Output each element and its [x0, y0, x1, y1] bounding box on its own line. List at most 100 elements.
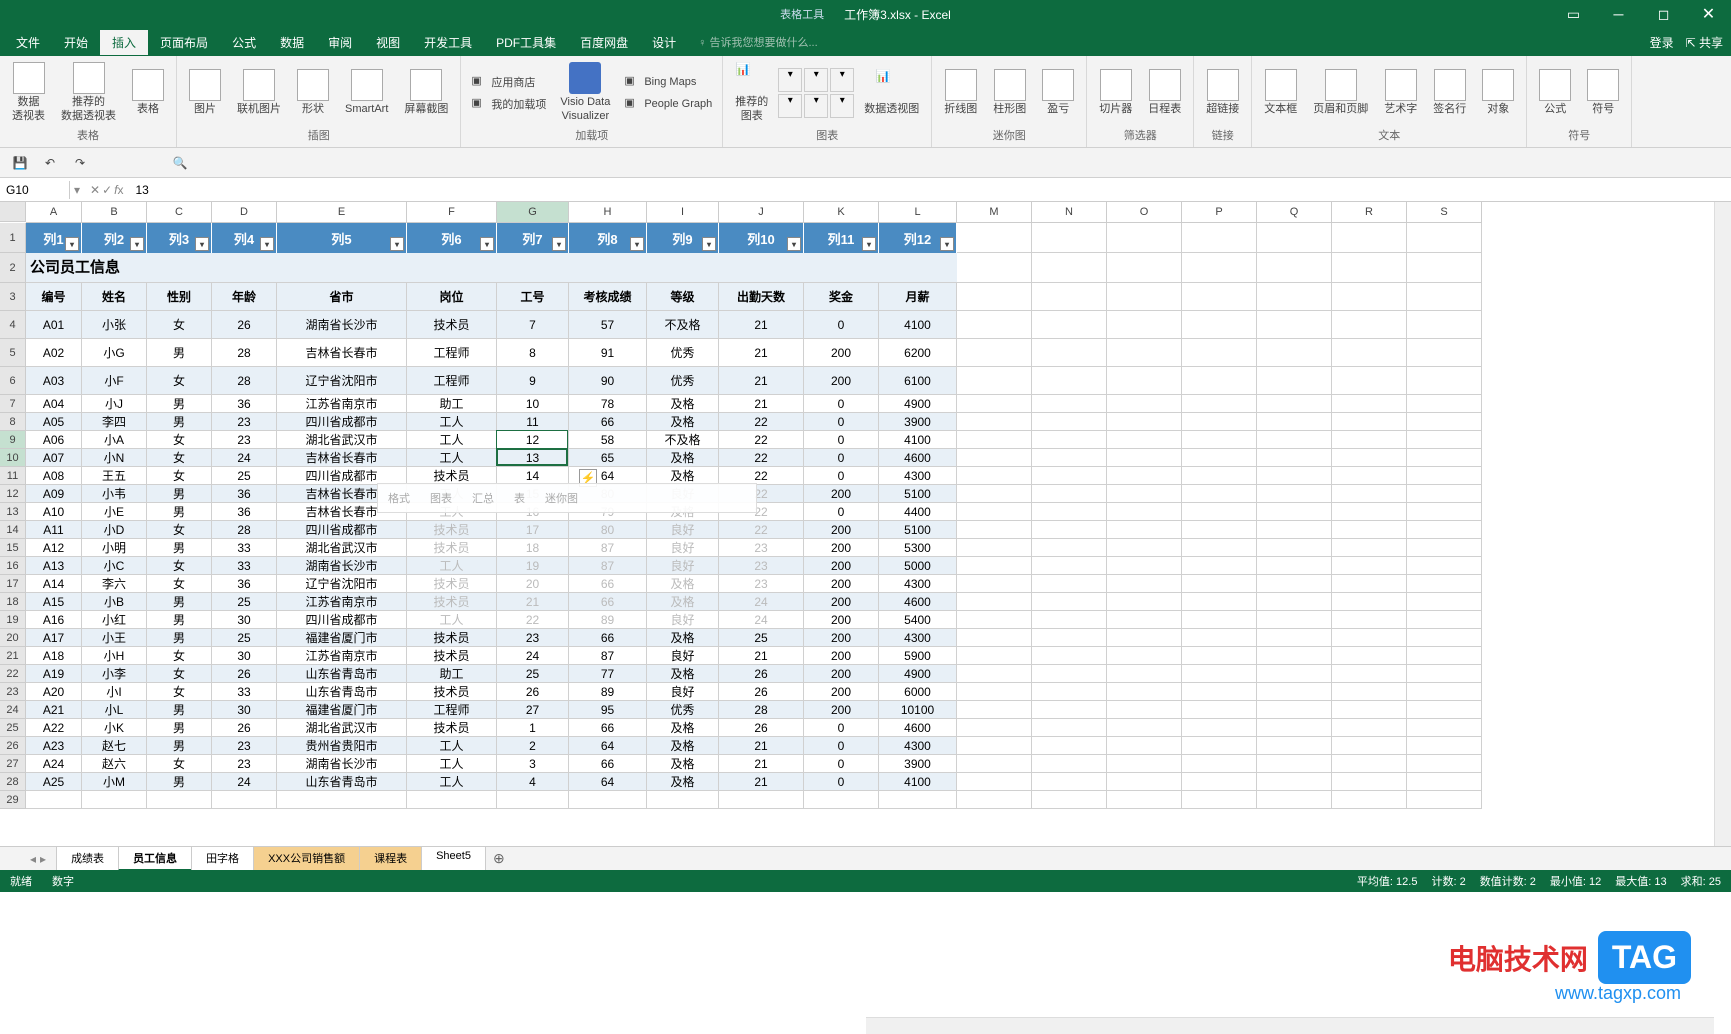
- table-cell[interactable]: 11: [497, 413, 569, 431]
- table-cell[interactable]: 0: [804, 755, 879, 773]
- table-cell[interactable]: 小F: [82, 367, 147, 395]
- table-cell[interactable]: 0: [804, 503, 879, 521]
- table-cell[interactable]: 四川省成都市: [277, 413, 407, 431]
- table-cell[interactable]: 男: [147, 395, 212, 413]
- ribbon-文本框[interactable]: 文本框: [1258, 67, 1303, 118]
- sheet-tab[interactable]: XXX公司销售额: [253, 846, 360, 871]
- table-cell[interactable]: 技术员: [407, 719, 497, 737]
- name-box[interactable]: G10: [0, 181, 70, 199]
- table-cell[interactable]: 助工: [407, 665, 497, 683]
- table-cell[interactable]: 女: [147, 575, 212, 593]
- column-header[interactable]: B: [82, 202, 147, 223]
- column-header[interactable]: S: [1407, 202, 1482, 223]
- sheet-tab[interactable]: 田字格: [191, 846, 254, 871]
- table-cell[interactable]: A03: [26, 367, 82, 395]
- table-cell[interactable]: 0: [804, 467, 879, 485]
- table-cell[interactable]: 80: [569, 521, 647, 539]
- table-cell[interactable]: 优秀: [647, 339, 719, 367]
- table-cell[interactable]: 小B: [82, 593, 147, 611]
- table-cell[interactable]: 5000: [879, 557, 957, 575]
- table-cell[interactable]: 66: [569, 593, 647, 611]
- table-cell[interactable]: 及格: [647, 755, 719, 773]
- table-cell[interactable]: 优秀: [647, 367, 719, 395]
- table-cell[interactable]: 66: [569, 719, 647, 737]
- table-cell[interactable]: 6000: [879, 683, 957, 701]
- table-cell[interactable]: 26: [719, 719, 804, 737]
- sheet-tab[interactable]: 员工信息: [118, 846, 192, 871]
- cancel-formula-icon[interactable]: ✕: [90, 183, 100, 197]
- table-cell[interactable]: 89: [569, 683, 647, 701]
- undo-button[interactable]: ↶: [40, 153, 60, 173]
- table-cell[interactable]: 30: [212, 701, 277, 719]
- table-cell[interactable]: 小J: [82, 395, 147, 413]
- table-cell[interactable]: 及格: [647, 413, 719, 431]
- table-cell[interactable]: 22: [719, 521, 804, 539]
- table-cell[interactable]: A01: [26, 311, 82, 339]
- table-cell[interactable]: 女: [147, 665, 212, 683]
- table-cell[interactable]: 24: [212, 449, 277, 467]
- row-header[interactable]: 4: [0, 311, 26, 339]
- table-cell[interactable]: 28: [212, 521, 277, 539]
- column-header[interactable]: F: [407, 202, 497, 223]
- table-cell[interactable]: A20: [26, 683, 82, 701]
- share-button[interactable]: ⇱ 共享: [1686, 34, 1723, 51]
- ribbon-页眉和页脚[interactable]: 页眉和页脚: [1307, 67, 1374, 118]
- quick-analysis-tab[interactable]: 表: [514, 490, 525, 506]
- table-cell[interactable]: 湖南省长沙市: [277, 755, 407, 773]
- table-cell[interactable]: 小D: [82, 521, 147, 539]
- table-cell[interactable]: 12: [497, 431, 569, 449]
- table-cell[interactable]: 5300: [879, 539, 957, 557]
- table-cell[interactable]: 小韦: [82, 485, 147, 503]
- table-cell[interactable]: 良好: [647, 611, 719, 629]
- row-header[interactable]: 11: [0, 467, 26, 485]
- table-cell[interactable]: 66: [569, 629, 647, 647]
- table-cell[interactable]: 江苏省南京市: [277, 647, 407, 665]
- ribbon-visio[interactable]: Visio DataVisualizer: [554, 60, 616, 124]
- formula-input[interactable]: [130, 181, 1731, 199]
- close-button[interactable]: ✕: [1686, 0, 1731, 28]
- row-header[interactable]: 17: [0, 575, 26, 593]
- table-cell[interactable]: 7: [497, 311, 569, 339]
- table-cell[interactable]: 小A: [82, 431, 147, 449]
- column-header[interactable]: J: [719, 202, 804, 223]
- table-cell[interactable]: 26: [719, 665, 804, 683]
- table-cell[interactable]: 山东省青岛市: [277, 683, 407, 701]
- quick-analysis-tab[interactable]: 格式: [388, 490, 410, 506]
- table-cell[interactable]: 58: [569, 431, 647, 449]
- table-cell[interactable]: 23: [212, 737, 277, 755]
- table-cell[interactable]: 28: [212, 367, 277, 395]
- filter-dropdown-icon[interactable]: [862, 237, 876, 251]
- menu-tab-公式[interactable]: 公式: [220, 30, 268, 55]
- table-cell[interactable]: 21: [719, 647, 804, 665]
- menu-tab-插入[interactable]: 插入: [100, 30, 148, 55]
- table-cell[interactable]: A05: [26, 413, 82, 431]
- column-header[interactable]: E: [277, 202, 407, 223]
- table-cell[interactable]: 工人: [407, 413, 497, 431]
- table-cell[interactable]: 0: [804, 737, 879, 755]
- table-cell[interactable]: 200: [804, 629, 879, 647]
- row-header[interactable]: 23: [0, 683, 26, 701]
- column-header[interactable]: A: [26, 202, 82, 223]
- table-column-header[interactable]: 列8: [569, 223, 647, 253]
- table-cell[interactable]: 22: [497, 611, 569, 629]
- table-cell[interactable]: 女: [147, 683, 212, 701]
- table-cell[interactable]: 23: [719, 557, 804, 575]
- table-column-header[interactable]: 列2: [82, 223, 147, 253]
- table-cell[interactable]: 1: [497, 719, 569, 737]
- table-cell[interactable]: 工程师: [407, 701, 497, 719]
- table-column-header[interactable]: 列1: [26, 223, 82, 253]
- column-header[interactable]: P: [1182, 202, 1257, 223]
- table-cell[interactable]: 200: [804, 521, 879, 539]
- table-cell[interactable]: 及格: [647, 449, 719, 467]
- table-cell[interactable]: 技术员: [407, 539, 497, 557]
- table-cell[interactable]: 23: [719, 539, 804, 557]
- sheet-nav-next-icon[interactable]: ▸: [40, 852, 46, 866]
- table-cell[interactable]: 男: [147, 503, 212, 521]
- table-cell[interactable]: 男: [147, 629, 212, 647]
- table-cell[interactable]: 辽宁省沈阳市: [277, 575, 407, 593]
- filter-dropdown-icon[interactable]: [130, 237, 144, 251]
- chart-type-icon[interactable]: ▾: [830, 94, 854, 118]
- table-cell[interactable]: 良好: [647, 647, 719, 665]
- table-cell[interactable]: 工人: [407, 431, 497, 449]
- column-header[interactable]: G: [497, 202, 569, 223]
